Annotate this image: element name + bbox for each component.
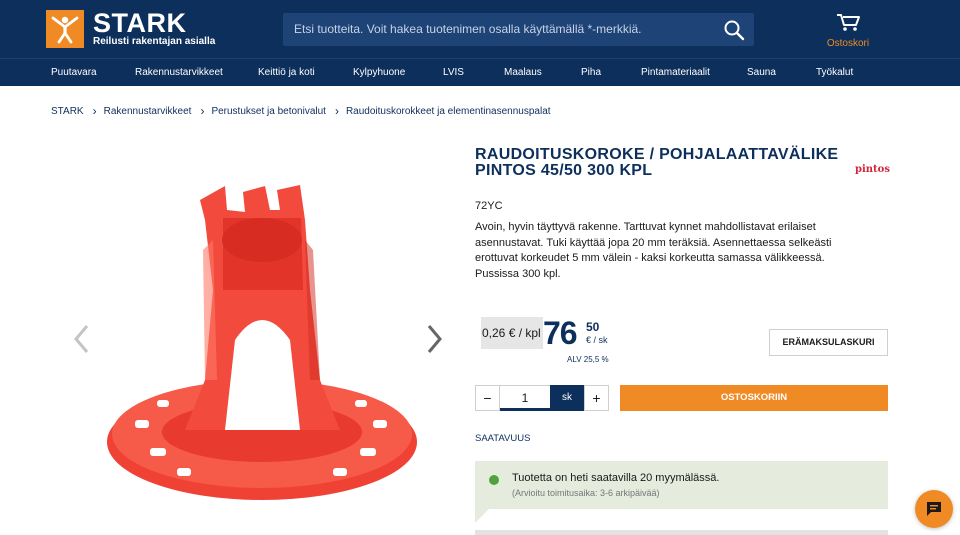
nav-item-lvis[interactable]: LVIS xyxy=(443,67,464,78)
nav-item-rakennustarvikkeet[interactable]: Rakennustarvikkeet xyxy=(135,67,223,78)
availability-notch xyxy=(475,509,489,523)
nav-item-tyokalut[interactable]: Työkalut xyxy=(816,67,853,78)
cart-label: Ostoskori xyxy=(826,38,870,49)
product-sku: 72YC xyxy=(475,200,503,212)
chevron-right-icon: › xyxy=(92,104,97,118)
search-input[interactable]: Etsi tuotteita. Voit hakea tuotenimen os… xyxy=(283,13,754,46)
nav-item-maalaus[interactable]: Maalaus xyxy=(504,67,542,78)
product-description: Avoin, hyvin täyttyvä rakenne. Tarttuvat… xyxy=(475,221,832,280)
breadcrumb-item[interactable]: STARK xyxy=(51,106,84,117)
chevron-right-icon xyxy=(427,325,442,353)
gallery-prev-button[interactable] xyxy=(70,322,94,356)
breadcrumb-item[interactable]: Raudoituskorokkeet ja elementinasennuspa… xyxy=(346,106,551,117)
availability-panel[interactable]: Tuotetta on heti saatavilla 20 myymäläss… xyxy=(475,461,888,509)
quantity-unit-select[interactable]: sk xyxy=(550,385,584,411)
stark-logo[interactable]: STARK Reilusti rakentajan asialla xyxy=(46,10,215,48)
nav-item-pintamateriaalit[interactable]: Pintamateriaalit xyxy=(641,67,710,78)
price-decimals: 50 xyxy=(586,320,600,334)
nav-item-puutavara[interactable]: Puutavara xyxy=(51,67,97,78)
quantity-increase-button[interactable]: + xyxy=(584,385,609,411)
breadcrumb-item[interactable]: Rakennustarvikkeet xyxy=(104,106,192,117)
availability-text: Tuotetta on heti saatavilla 20 myymäläss… xyxy=(512,472,720,484)
top-header: STARK Reilusti rakentajan asialla Etsi t… xyxy=(0,0,960,58)
add-to-cart-button[interactable]: OSTOSKORIIN xyxy=(620,385,888,411)
search-placeholder: Etsi tuotteita. Voit hakea tuotenimen os… xyxy=(294,22,642,36)
product-title: RAUDOITUSKOROKE / POHJALAATTAVÄLIKE PINT… xyxy=(475,146,839,179)
logo-name: STARK xyxy=(93,8,187,38)
product-image[interactable] xyxy=(105,180,420,505)
price-unit: € / sk xyxy=(586,335,608,345)
chevron-right-icon: › xyxy=(200,104,205,118)
chat-button[interactable] xyxy=(915,490,953,528)
nav-item-kylpyhuone[interactable]: Kylpyhuone xyxy=(353,67,405,78)
nav-item-keittio[interactable]: Keittiö ja koti xyxy=(258,67,315,78)
availability-heading: SAATAVUUS xyxy=(475,433,531,444)
price-whole: 76 xyxy=(543,315,578,351)
gallery-next-button[interactable] xyxy=(422,322,446,356)
brand-logo[interactable]: pintos xyxy=(855,164,890,175)
logo-figure-icon xyxy=(46,10,84,48)
search-icon[interactable] xyxy=(722,18,746,42)
chevron-right-icon: › xyxy=(334,104,339,118)
nav-item-sauna[interactable]: Sauna xyxy=(747,67,776,78)
cart-button[interactable]: Ostoskori xyxy=(820,12,876,49)
logo-tagline: Reilusti rakentajan asialla xyxy=(93,36,216,47)
cart-icon xyxy=(837,14,860,31)
chevron-left-icon xyxy=(74,325,89,353)
quantity-input[interactable]: 1 xyxy=(500,385,550,411)
section-divider xyxy=(475,530,888,535)
installment-calculator-button[interactable]: ERÄMAKSULASKURI xyxy=(769,329,888,356)
nav-item-piha[interactable]: Piha xyxy=(581,67,601,78)
unit-price-badge: 0,26 € / kpl xyxy=(481,317,543,349)
breadcrumb: STARK › Rakennustarvikkeet › Perustukset… xyxy=(51,104,551,118)
quantity-decrease-button[interactable]: − xyxy=(475,385,500,411)
delivery-estimate: (Arvioitu toimitusaika: 3-6 arkipäivää) xyxy=(512,488,660,498)
main-nav: Puutavara Rakennustarvikkeet Keittiö ja … xyxy=(0,58,960,86)
breadcrumb-item[interactable]: Perustukset ja betonivalut xyxy=(211,106,326,117)
unit-price: 0,26 € / kpl xyxy=(482,326,541,340)
status-dot-icon xyxy=(489,475,499,485)
vat-label: ALV 25,5 % xyxy=(567,355,609,364)
chat-icon xyxy=(927,502,941,516)
